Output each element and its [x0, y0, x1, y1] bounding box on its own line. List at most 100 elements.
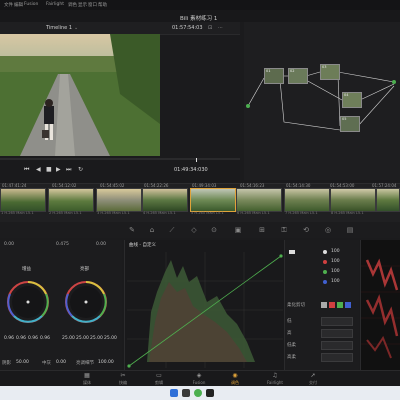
- thumbnail-9[interactable]: [376, 188, 400, 212]
- page-fusion[interactable]: ◈ Fusion: [184, 373, 214, 386]
- windows-start-icon[interactable]: [170, 389, 178, 397]
- scopes-toggle-icon[interactable]: ▤: [346, 226, 354, 234]
- high-value-r[interactable]: 25.00: [76, 336, 89, 341]
- page-media[interactable]: ▦ 媒体: [72, 373, 102, 386]
- high-value-g[interactable]: 25.00: [90, 336, 103, 341]
- page-fairlight[interactable]: ♫ Fairlight: [260, 372, 290, 386]
- sizing-icon[interactable]: ⟲: [302, 226, 310, 234]
- timeline-dropdown-icon[interactable]: ⌄: [74, 25, 78, 31]
- skip-start-icon[interactable]: ⏮: [24, 166, 29, 174]
- wechat-icon[interactable]: [194, 389, 202, 397]
- thumb-label-3: 3 H.265 Main L5.1: [97, 211, 130, 215]
- node-05[interactable]: 05: [340, 116, 360, 132]
- thumbnail-1[interactable]: [0, 188, 46, 212]
- color-wheel-gain[interactable]: [6, 280, 50, 324]
- thumbnail-4[interactable]: [142, 188, 188, 212]
- soft-clip-g[interactable]: [337, 302, 343, 308]
- playhead[interactable]: [196, 158, 197, 162]
- color-wheel-highlights[interactable]: [64, 280, 108, 324]
- window-icon[interactable]: ◇: [190, 226, 198, 234]
- page-deliver[interactable]: ➚ 交付: [298, 373, 328, 386]
- qualifier-icon[interactable]: ⟋: [168, 226, 176, 234]
- tracker-icon[interactable]: ⊙: [210, 226, 218, 234]
- play-icon[interactable]: ▶: [56, 166, 61, 173]
- channel-g-dot[interactable]: [323, 270, 327, 274]
- viewer-frame: [0, 34, 160, 156]
- thumbnail-8[interactable]: [330, 188, 376, 212]
- output-node-dot: [392, 80, 396, 84]
- play-reverse-icon[interactable]: ◀: [36, 166, 41, 173]
- row-low-soft-field[interactable]: [321, 341, 353, 350]
- key-icon[interactable]: ⚿: [280, 226, 288, 234]
- shadow-value[interactable]: 50.00: [16, 360, 29, 365]
- menu-window[interactable]: 窗口: [88, 2, 97, 8]
- fairlight-icon: ♫: [272, 372, 278, 379]
- channel-y-swatch[interactable]: [289, 250, 295, 254]
- color-wheels-panel: 0.00 0.475 0.00 增益 亮部 0.96 0.96 0.96 0.9…: [0, 240, 122, 370]
- midgray-label: 中灰: [42, 361, 51, 366]
- channel-g-value[interactable]: 100: [331, 269, 340, 274]
- timeline-name[interactable]: Timeline 1: [46, 25, 72, 31]
- channel-y-value[interactable]: 100: [331, 249, 340, 254]
- scrubber[interactable]: [0, 158, 240, 160]
- wheel-b-label: 亮部: [80, 267, 89, 272]
- menu-view[interactable]: 显示: [78, 2, 87, 8]
- soft-clip-y[interactable]: [321, 302, 327, 308]
- channel-b-dot[interactable]: [323, 280, 327, 284]
- channel-r-value[interactable]: 100: [331, 259, 340, 264]
- viewer-options-icon[interactable]: ⊡: [208, 25, 212, 31]
- resolve-icon[interactable]: [206, 389, 214, 397]
- gain-value-b[interactable]: 0.96: [40, 336, 50, 341]
- pencil-icon[interactable]: ✎: [128, 226, 136, 234]
- magic-mask-icon[interactable]: ▣: [234, 226, 242, 234]
- gain-value-y[interactable]: 0.96: [4, 336, 14, 341]
- thumbnail-5[interactable]: [190, 188, 236, 212]
- scopes-panel: [360, 240, 400, 370]
- midgray-value[interactable]: 0.00: [56, 360, 66, 365]
- page-color[interactable]: ◉ 调色: [220, 373, 250, 386]
- menu-fusion[interactable]: Fusion: [24, 2, 38, 7]
- row-high-field[interactable]: [321, 329, 353, 338]
- thumb-label-2: 2 H.265 Main L5.1: [49, 211, 82, 215]
- dropper-icon[interactable]: ⌂: [148, 226, 156, 234]
- thumbnail-6[interactable]: [236, 188, 282, 212]
- node-editor[interactable]: 01 02 03 04 05: [244, 22, 400, 180]
- search-icon[interactable]: [182, 389, 190, 397]
- high-value-y[interactable]: 25.00: [62, 336, 75, 341]
- loop-icon[interactable]: ↻: [78, 166, 83, 173]
- node-01[interactable]: 01: [264, 68, 284, 84]
- node-04[interactable]: 04: [342, 92, 362, 108]
- channel-b-value[interactable]: 100: [331, 279, 340, 284]
- page-edit[interactable]: ▭ 剪辑: [144, 373, 174, 386]
- menu-file[interactable]: 文件: [4, 2, 13, 8]
- viewer-menu-icon[interactable]: ⋯: [218, 25, 223, 31]
- node-02[interactable]: 02: [288, 68, 308, 84]
- row-low-field[interactable]: [321, 317, 353, 326]
- skip-end-icon[interactable]: ⏭: [66, 166, 71, 174]
- gain-value-r[interactable]: 0.96: [16, 336, 26, 341]
- menu-fairlight[interactable]: Fairlight: [46, 2, 64, 7]
- channel-r-dot[interactable]: [323, 260, 327, 264]
- blur-icon[interactable]: ⊞: [258, 226, 266, 234]
- row-low: 低: [287, 319, 292, 324]
- 3d-icon[interactable]: ◎: [324, 226, 332, 234]
- edit-icon: ▭: [156, 372, 162, 379]
- curve-graph[interactable]: [127, 252, 283, 368]
- menu-color[interactable]: 调色: [68, 2, 77, 8]
- detail-value[interactable]: 100.00: [98, 360, 114, 365]
- thumbnail-3[interactable]: [96, 188, 142, 212]
- soft-clip-b[interactable]: [345, 302, 351, 308]
- thumbnail-2[interactable]: [48, 188, 94, 212]
- channel-y-dot[interactable]: [323, 250, 327, 254]
- gain-value-g[interactable]: 0.96: [28, 336, 38, 341]
- page-cut[interactable]: ✂ 快编: [108, 373, 138, 386]
- high-value-b[interactable]: 25.00: [104, 336, 117, 341]
- viewer-image[interactable]: [0, 34, 160, 156]
- menu-help[interactable]: 帮助: [98, 2, 107, 8]
- thumbnail-7[interactable]: [284, 188, 330, 212]
- menu-edit[interactable]: 编辑: [14, 2, 23, 8]
- stop-icon[interactable]: ■: [46, 166, 52, 173]
- node-03[interactable]: 03: [320, 64, 340, 80]
- row-high-soft-field[interactable]: [321, 353, 353, 362]
- soft-clip-r[interactable]: [329, 302, 335, 308]
